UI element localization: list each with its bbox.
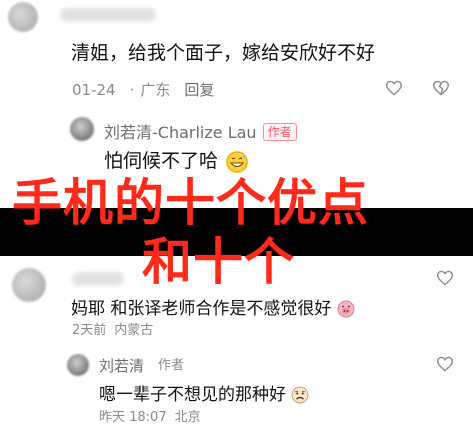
author-reply-text: 嗯一辈子不想见的那种好	[99, 380, 309, 405]
comment-date: 昨天 18:07	[99, 410, 167, 425]
author-name-text: 刘若清	[99, 357, 145, 375]
comment-date: 2天前	[72, 323, 107, 338]
heart-outline-icon[interactable]	[436, 356, 454, 376]
heart-outline-icon[interactable]	[436, 270, 454, 290]
avatar[interactable]	[12, 268, 46, 302]
author-badge: 作者	[262, 123, 297, 141]
comment-text-content: 妈耶 和张译老师合作是不感觉很好	[71, 299, 332, 319]
avatar[interactable]	[8, 2, 38, 32]
comment-date: 01-24	[72, 81, 116, 99]
author-avatar[interactable]	[67, 354, 89, 376]
heart-outline-icon[interactable]	[385, 80, 403, 100]
overlay-title-line2: 和十个	[142, 233, 295, 291]
pig-face-emoji-icon	[337, 300, 355, 318]
comment-text: 妈耶 和张译老师合作是不感觉很好	[71, 294, 355, 319]
author-avatar[interactable]	[70, 117, 94, 141]
author-name[interactable]: 刘若清 作者	[99, 355, 184, 376]
author-reply-text-content: 嗯一辈子不想见的那种好	[99, 385, 286, 405]
author-name-text: 刘若清-Charlize Lau	[104, 123, 257, 142]
broken-heart-icon[interactable]	[432, 80, 450, 100]
username-blurred[interactable]	[60, 8, 156, 22]
comment-text: 清姐，给我个面子，嫁给安欣好不好	[71, 42, 376, 64]
comment-location: 北京	[174, 410, 201, 425]
comment-meta: 昨天 18:07 北京	[99, 406, 215, 425]
comment-meta: 01-24 · 广东 回复	[72, 79, 228, 100]
author-name[interactable]: 刘若清-Charlize Lau 作者	[104, 119, 297, 143]
sad-face-emoji-icon	[291, 386, 309, 404]
comment-location: 内蒙古	[114, 323, 154, 338]
meta-dot: ·	[129, 81, 135, 99]
username-blurred[interactable]	[72, 272, 124, 286]
reply-button[interactable]: 回复	[184, 81, 214, 99]
comment-meta: 2天前 内蒙古	[72, 319, 167, 338]
author-badge: 作者	[158, 358, 185, 373]
comment-location: 广东	[140, 81, 171, 99]
